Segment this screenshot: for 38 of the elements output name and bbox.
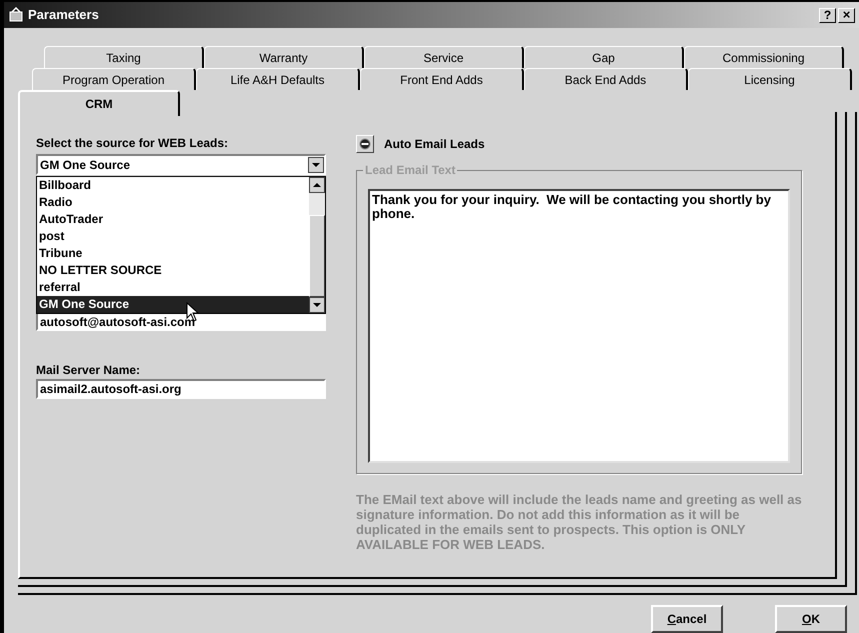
tab[interactable]: CRM (18, 90, 180, 116)
dropdown-option[interactable]: GM One Source (37, 296, 309, 313)
source-dropdown[interactable]: GM One Source (36, 154, 326, 175)
tab[interactable]: Warranty (204, 46, 364, 68)
dropdown-option[interactable]: post (37, 228, 309, 245)
dialog-button[interactable]: Cancel (651, 605, 723, 633)
dropdown-option[interactable]: Tribune (37, 245, 309, 262)
dropdown-option[interactable]: Billboard (37, 177, 309, 194)
mail-server-field[interactable]: asimail2.autosoft-asi.org (36, 379, 326, 399)
tab[interactable]: Life A&H Defaults (196, 68, 360, 90)
lead-email-textarea[interactable]: Thank you for your inquiry. We will be contacting you shortly by phone. (368, 189, 790, 463)
dialog-button[interactable]: OK (775, 605, 847, 633)
group-title: Lead Email Text (363, 163, 458, 177)
scroll-up-icon[interactable] (309, 177, 325, 193)
field-label: Select the source for WEB Leads: (36, 135, 230, 152)
scrollbar[interactable] (309, 177, 325, 313)
note-text: The EMail text above will include the leads name and greeting as well as signature information. Do not add this information as it will be duplicated in the emails sent to prospects. This option is ONLY AVAILABLE FOR WEB LEADS. (356, 492, 803, 552)
tab[interactable]: Service (364, 46, 524, 68)
tab[interactable]: Back End Adds (524, 68, 688, 90)
scroll-thumb[interactable] (309, 215, 325, 297)
window-icon (8, 7, 24, 23)
tab[interactable]: Gap (524, 46, 684, 68)
dropdown-option[interactable]: AutoTrader (37, 211, 309, 228)
tab[interactable]: Commissioning (684, 46, 844, 68)
help-button[interactable]: ? (819, 8, 836, 22)
tab[interactable]: Program Operation (32, 68, 196, 90)
auto-email-toggle[interactable] (356, 135, 374, 153)
dropdown-option[interactable]: Radio (37, 194, 309, 211)
scroll-down-icon[interactable] (309, 297, 325, 313)
dropdown-option[interactable]: referral (37, 279, 309, 296)
tab[interactable]: Licensing (688, 68, 852, 90)
window-title: Parameters (28, 6, 99, 24)
tab[interactable]: Taxing (44, 46, 204, 68)
dropdown-option[interactable]: NO LETTER SOURCE (37, 262, 309, 279)
close-button[interactable]: × (838, 8, 855, 22)
field-label: Mail Server Name: (36, 362, 142, 379)
tab[interactable]: Front End Adds (360, 68, 524, 90)
auto-email-label: Auto Email Leads (384, 136, 485, 153)
